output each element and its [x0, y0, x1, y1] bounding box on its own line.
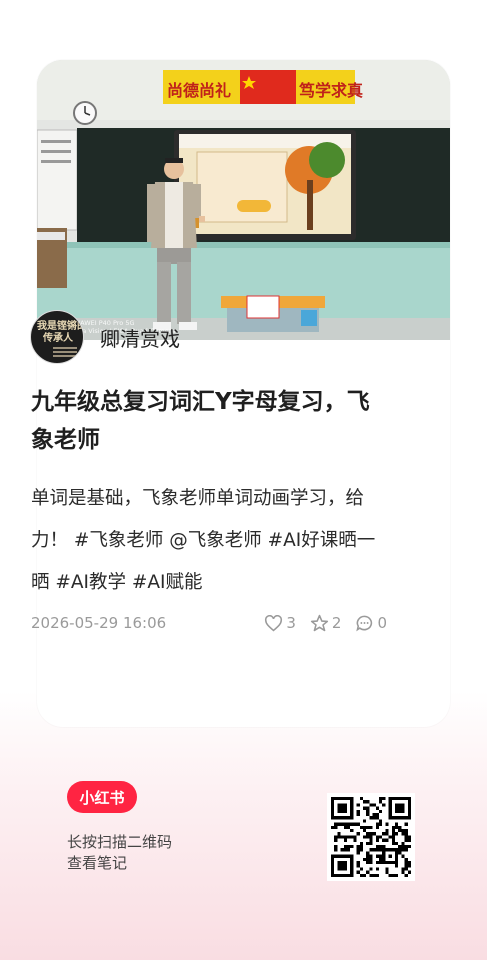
collect-button[interactable]: 2 [310, 614, 342, 632]
avatar-text-2: 传承人 [43, 333, 73, 344]
author-row[interactable]: 我是铿锵的 传承人 卿清赏戏 [30, 310, 180, 364]
comment-icon [356, 615, 373, 632]
flag [240, 70, 296, 104]
note-photo[interactable]: 尚德尚礼 笃学求真 HUAWEI P40 Pro 5G Ultra Vision… [37, 60, 450, 340]
like-count: 3 [286, 614, 296, 632]
comment-count: 0 [377, 614, 387, 632]
note-title: 九年级总复习词汇Y字母复习，飞象老师 [31, 389, 370, 453]
collect-count: 2 [331, 614, 342, 632]
star-icon [310, 614, 329, 632]
comment-button[interactable]: 0 [355, 614, 387, 632]
note-date: 2026-05-29 16:06 [31, 614, 167, 632]
qr-code[interactable] [327, 793, 415, 881]
banner-left-text: 尚德尚礼 [167, 81, 231, 100]
avatar-text-1: 我是铿锵的 [37, 321, 84, 332]
avatar[interactable]: 我是铿锵的 传承人 [30, 310, 84, 364]
author-name[interactable]: 卿清赏戏 [100, 323, 180, 352]
xiaohongshu-logo: 小红书 [67, 781, 137, 813]
avatar-decoration [53, 347, 77, 359]
scan-hint-line-2: 查看笔记 [67, 854, 128, 872]
heart-icon [265, 614, 283, 631]
note-body: 单词是基础，飞象老师单词动画学习，给力！ #飞象老师 @飞象老师 #AI好课晒一… [31, 488, 376, 593]
note-meta: 2026-05-29 16:06 3 2 0 [31, 612, 387, 634]
banner-right-text: 笃学求真 [298, 81, 363, 100]
scan-hint-line-1: 长按扫描二维码 [67, 833, 173, 851]
classroom-photo: 尚德尚礼 笃学求真 [37, 60, 450, 340]
like-button[interactable]: 3 [264, 614, 296, 632]
qr-code-image [331, 797, 411, 877]
scan-hint: 长按扫描二维码 查看笔记 [67, 832, 172, 874]
